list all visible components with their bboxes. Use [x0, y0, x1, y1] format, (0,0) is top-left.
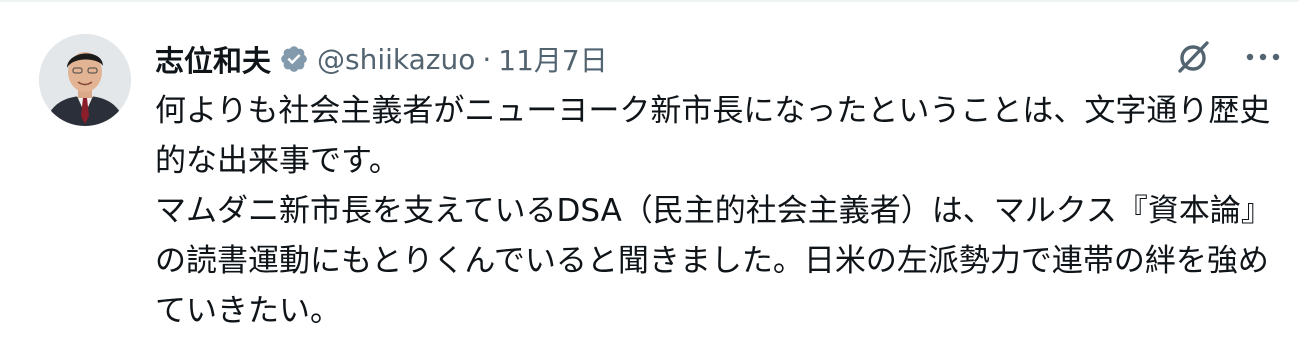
more-icon[interactable] [1240, 34, 1286, 80]
verified-badge-icon[interactable] [279, 44, 309, 74]
separator-dot: · [482, 42, 492, 76]
tweet-timestamp[interactable]: 11月7日 [498, 39, 607, 79]
tweet[interactable]: 志位和夫 @shiikazuo · 11月7日 何よりも社会主義者がニューヨーク… [0, 0, 1299, 358]
grok-icon[interactable] [1170, 34, 1216, 80]
tweet-actions [1170, 34, 1286, 80]
avatar[interactable] [39, 34, 131, 126]
tweet-paragraph: 何よりも社会主義者がニューヨーク新市長になったということは、文字通り歴史的な出来… [155, 93, 1271, 179]
tweet-header: 志位和夫 @shiikazuo · 11月7日 [155, 36, 608, 82]
tweet-text: 何よりも社会主義者がニューヨーク新市長になったということは、文字通り歴史的な出来… [155, 86, 1285, 336]
tweet-paragraph: マムダニ新市長を支えているDSA（民主的社会主義者）は、マルクス『資本論』の読書… [155, 193, 1272, 329]
author-display-name[interactable]: 志位和夫 [155, 38, 271, 80]
author-handle[interactable]: @shiikazuo [317, 43, 475, 76]
